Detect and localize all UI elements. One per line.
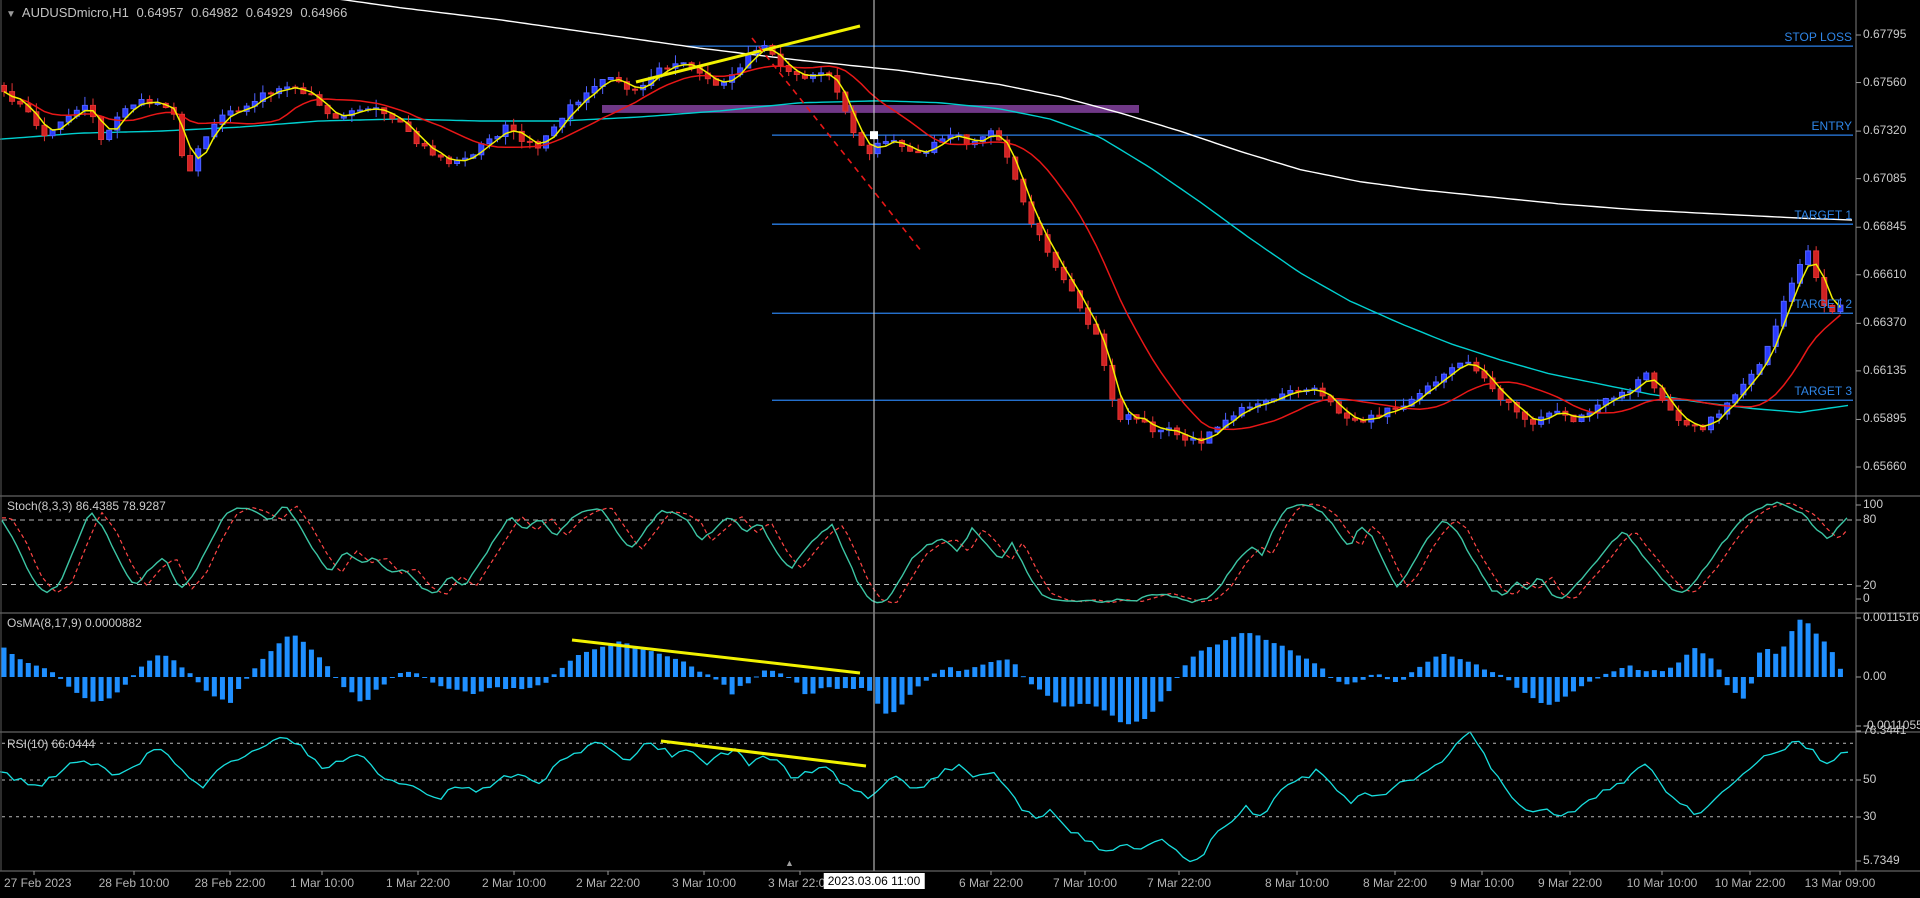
stoch-scale-label: 100 bbox=[1863, 497, 1883, 511]
time-axis-label: 10 Mar 22:00 bbox=[1715, 876, 1786, 890]
chart-surface[interactable] bbox=[0, 0, 1920, 898]
quote-low: 0.64929 bbox=[246, 5, 293, 20]
target1-label[interactable]: TARGET 1 bbox=[1794, 208, 1852, 222]
price-axis-label: 0.66610 bbox=[1863, 267, 1906, 281]
time-axis-label: 2 Mar 22:00 bbox=[576, 876, 640, 890]
rsi-scale-label: 76.3441 bbox=[1863, 723, 1906, 737]
time-axis-label: 3 Mar 10:00 bbox=[672, 876, 736, 890]
stoch-k-line bbox=[2, 502, 1847, 602]
price-axis-label: 0.67795 bbox=[1863, 27, 1906, 41]
time-axis-label: 7 Mar 10:00 bbox=[1053, 876, 1117, 890]
rsi-scale-label: 5.7349 bbox=[1863, 853, 1900, 867]
price-axis-label: 0.67320 bbox=[1863, 123, 1906, 137]
symbol-title: ▼AUDUSDmicro,H1 0.64957 0.64982 0.64929 … bbox=[6, 5, 351, 20]
time-axis-label: 8 Mar 10:00 bbox=[1265, 876, 1329, 890]
crosshair-time-box: 2023.03.06 11:00 bbox=[824, 873, 925, 889]
symbol-name: AUDUSDmicro,H1 bbox=[22, 5, 129, 20]
time-axis-label: 7 Mar 22:00 bbox=[1147, 876, 1211, 890]
time-axis-label: 2 Mar 10:00 bbox=[482, 876, 546, 890]
price-axis-label: 0.67085 bbox=[1863, 171, 1906, 185]
supply-zone[interactable] bbox=[602, 105, 1139, 113]
stoch-scale-label: 0 bbox=[1863, 591, 1870, 605]
rsi-line bbox=[0, 732, 1848, 862]
osma-histogram bbox=[2, 620, 1843, 725]
time-axis-label: 27 Feb 2023 bbox=[4, 876, 71, 890]
quote-close: 0.64966 bbox=[300, 5, 347, 20]
rsi-scale-label: 50 bbox=[1863, 772, 1876, 786]
price-axis-label: 0.65660 bbox=[1863, 459, 1906, 473]
time-axis-label: 6 Mar 22:00 bbox=[959, 876, 1023, 890]
osma-header: OsMA(8,17,9) 0.0000882 bbox=[7, 616, 142, 630]
scroll-marker-icon[interactable]: ▲ bbox=[785, 858, 794, 868]
trendline-osma-yellow[interactable] bbox=[572, 640, 860, 673]
time-axis-label: 28 Feb 22:00 bbox=[195, 876, 266, 890]
entry-point-marker[interactable] bbox=[870, 131, 878, 139]
stoch-scale-label: 20 bbox=[1863, 578, 1876, 592]
time-axis-label: 9 Mar 10:00 bbox=[1450, 876, 1514, 890]
chart-window: ▼AUDUSDmicro,H1 0.64957 0.64982 0.64929 … bbox=[0, 0, 1920, 898]
target3-label[interactable]: TARGET 3 bbox=[1794, 384, 1852, 398]
osma-scale-label: 0.0011516 bbox=[1863, 610, 1919, 624]
stoch-header: Stoch(8,3,3) 86.4385 78.9287 bbox=[7, 499, 166, 513]
time-axis-label: 1 Mar 10:00 bbox=[290, 876, 354, 890]
rsi-scale-label: 30 bbox=[1863, 809, 1876, 823]
quote-open: 0.64957 bbox=[136, 5, 183, 20]
price-axis-label: 0.66845 bbox=[1863, 219, 1906, 233]
price-axis-label: 0.65895 bbox=[1863, 411, 1906, 425]
time-axis-label: 9 Mar 22:00 bbox=[1538, 876, 1602, 890]
price-axis-label: 0.67560 bbox=[1863, 75, 1906, 89]
entry-label[interactable]: ENTRY bbox=[1812, 119, 1852, 133]
trendline-rsi-yellow[interactable] bbox=[661, 741, 866, 766]
time-axis-label: 10 Mar 10:00 bbox=[1627, 876, 1698, 890]
target2-label[interactable]: TARGET 2 bbox=[1794, 297, 1852, 311]
time-axis-label: 3 Mar 22:00 bbox=[768, 876, 832, 890]
quote-high: 0.64982 bbox=[191, 5, 238, 20]
osma-scale-label: 0.00 bbox=[1863, 669, 1886, 683]
stop-loss-label[interactable]: STOP LOSS bbox=[1784, 30, 1852, 44]
time-axis-label: 28 Feb 10:00 bbox=[99, 876, 170, 890]
time-axis-label: 8 Mar 22:00 bbox=[1363, 876, 1427, 890]
stoch-scale-label: 80 bbox=[1863, 512, 1876, 526]
chart-menu-icon[interactable]: ▼ bbox=[6, 9, 16, 20]
time-axis-label: 1 Mar 22:00 bbox=[386, 876, 450, 890]
price-axis-label: 0.66370 bbox=[1863, 315, 1906, 329]
price-axis-label: 0.66135 bbox=[1863, 363, 1906, 377]
stoch-d-line bbox=[2, 503, 1847, 602]
ma-red bbox=[4, 66, 1840, 429]
ma-cyan bbox=[0, 101, 1848, 413]
time-axis-label: 13 Mar 09:00 bbox=[1805, 876, 1876, 890]
rsi-header: RSI(10) 66.0444 bbox=[7, 737, 95, 751]
